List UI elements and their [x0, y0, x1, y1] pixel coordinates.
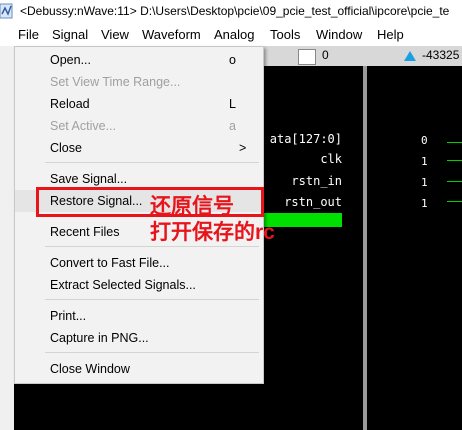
menu-item-close-window[interactable]: Close Window [15, 358, 263, 380]
menu-item-set-active: Set Active... a [50, 119, 236, 133]
menu-item-set-view-time-range: Set View Time Range... [50, 75, 181, 89]
value-data: 0 [421, 134, 428, 147]
value-rstn-out: 1 [421, 197, 428, 210]
value-pane [432, 66, 462, 430]
pane-divider[interactable] [363, 66, 367, 430]
menu-item-convert-fast-file[interactable]: Convert to Fast File... [15, 252, 263, 274]
menu-analog[interactable]: Analog [214, 27, 254, 42]
signal-name-pane [262, 66, 432, 430]
annotation-text: 还原信号 打开保存的rc [150, 195, 275, 244]
menu-item-extract-selected-signals[interactable]: Extract Selected Signals... [15, 274, 263, 296]
menu-item-open[interactable]: Open... o [15, 49, 263, 71]
value-rstn-in: 1 [421, 176, 428, 189]
value-clk: 1 [421, 155, 428, 168]
menu-waveform[interactable]: Waveform [142, 27, 201, 42]
menu-bar: File Signal View Waveform Analog Tools W… [0, 24, 462, 46]
title-bar: <Debussy:nWave:11> D:\Users\Desktop\pcie… [0, 0, 462, 24]
marker-value: -43325 [422, 48, 460, 62]
cursor-toolbar: 0 -43325 [262, 46, 462, 66]
menu-item-reload[interactable]: Reload L [15, 93, 263, 115]
signal-rstn-in[interactable]: rstn_in [291, 174, 342, 188]
menu-tools[interactable]: Tools [270, 27, 300, 42]
menu-separator [45, 162, 259, 163]
menu-separator [45, 246, 259, 247]
wave-data [447, 142, 462, 143]
menu-item-close[interactable]: Close > [15, 137, 263, 159]
submenu-arrow-icon: > [239, 141, 247, 155]
menu-separator [45, 352, 259, 353]
wave-rstn-out [447, 201, 462, 202]
wave-clk [447, 160, 462, 161]
signal-rstn-out[interactable]: rstn_out [284, 195, 342, 209]
cursor-icon[interactable] [298, 49, 316, 65]
left-panel-edge [0, 46, 14, 430]
wave-rstn-in [447, 181, 462, 182]
menu-help[interactable]: Help [377, 27, 404, 42]
menu-file[interactable]: File [18, 27, 39, 42]
menu-view[interactable]: View [101, 27, 129, 42]
signal-clk[interactable]: clk [320, 152, 342, 166]
marker-icon[interactable] [402, 48, 418, 64]
menu-separator [45, 299, 259, 300]
menu-item-print[interactable]: Print... [15, 305, 263, 327]
cursor-value: 0 [322, 48, 329, 62]
nwave-app-icon [0, 3, 13, 19]
menu-window[interactable]: Window [316, 27, 362, 42]
window-title: <Debussy:nWave:11> D:\Users\Desktop\pcie… [20, 4, 450, 18]
menu-signal[interactable]: Signal [52, 27, 88, 42]
signal-data[interactable]: ata[127:0] [270, 132, 342, 146]
menu-item-capture-png[interactable]: Capture in PNG... [15, 327, 263, 349]
